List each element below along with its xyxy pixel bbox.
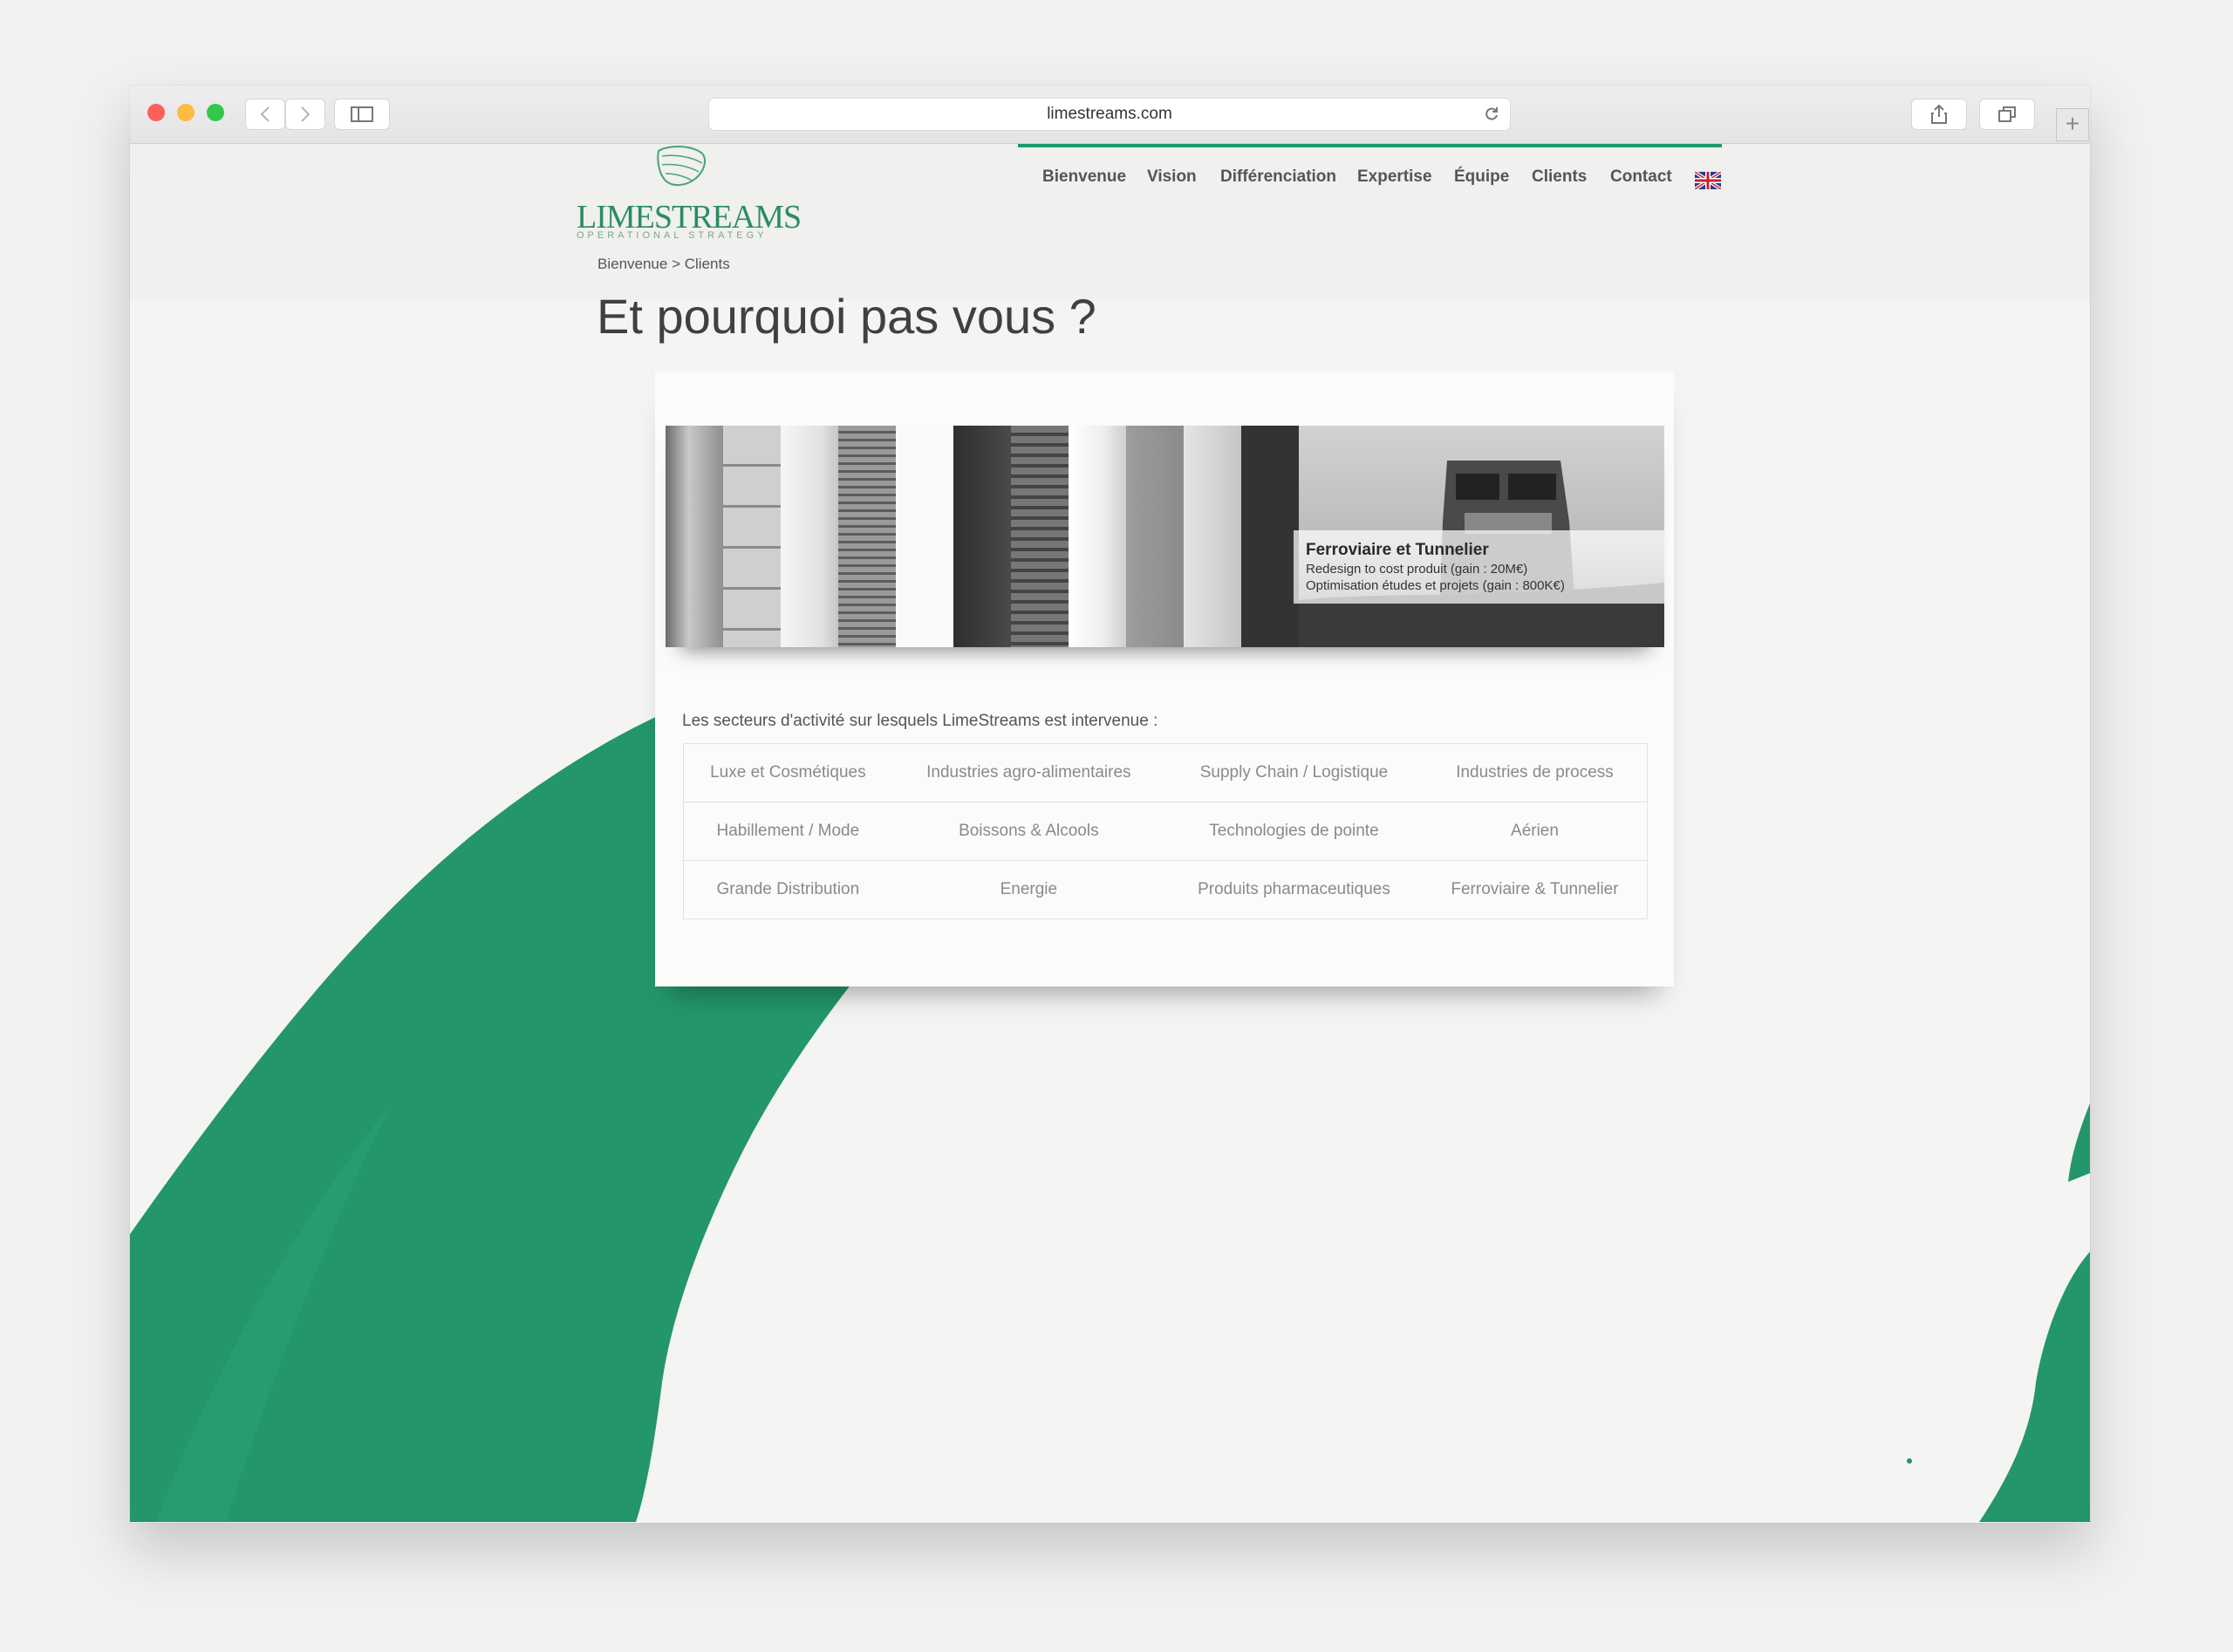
breadcrumb-separator: > (672, 256, 681, 272)
sector-cell: Industries agro-alimentaires (891, 743, 1165, 802)
table-row: Habillement / Mode Boissons & Alcools Te… (682, 802, 1648, 861)
breadcrumb: Bienvenue > Clients (598, 256, 730, 273)
slider-panel-11[interactable] (1241, 426, 1299, 647)
logo-tagline: OPERATIONAL STRATEGY (577, 230, 768, 241)
caption-line-1: Redesign to cost produit (gain : 20M€) (1306, 562, 1528, 577)
sector-cell: Produits pharmaceutiques (1164, 860, 1423, 919)
sectors-intro: Les secteurs d'activité sur lesquels Lim… (682, 712, 1158, 730)
url-text: limestreams.com (1047, 105, 1172, 123)
chevron-right-icon (301, 106, 311, 122)
tabs-icon (1998, 106, 2016, 122)
nav-bienvenue[interactable]: Bienvenue (1042, 167, 1126, 187)
caption-title: Ferroviaire et Tunnelier (1306, 541, 1489, 559)
new-tab-button[interactable]: + (2056, 108, 2089, 141)
sidebar-icon (351, 106, 373, 122)
lime-logo-icon (657, 146, 707, 186)
clients-card: Ferroviaire et Tunnelier Redesign to cos… (655, 372, 1674, 986)
tabs-overview-button[interactable] (1979, 99, 2035, 130)
web-page: Bienvenue Vision Différenciation Experti… (130, 144, 2090, 1523)
breadcrumb-current: Clients (684, 256, 730, 272)
nav-differenciation[interactable]: Différenciation (1220, 167, 1336, 187)
share-button[interactable] (1911, 99, 1967, 130)
slider-panel-3[interactable] (781, 426, 838, 647)
sector-cell: Industries de process (1422, 743, 1648, 802)
table-row: Grande Distribution Energie Produits pha… (682, 860, 1648, 919)
sector-cell: Luxe et Cosmétiques (682, 743, 892, 802)
sector-cell: Energie (891, 860, 1165, 919)
browser-window: limestreams.com + Bienvenue Vision Diffé… (130, 85, 2090, 1523)
address-bar[interactable]: limestreams.com (709, 99, 1510, 130)
sector-cell: Habillement / Mode (682, 802, 892, 861)
nav-expertise[interactable]: Expertise (1357, 167, 1432, 187)
slider-panel-5[interactable] (896, 426, 953, 647)
slider-panel-2[interactable] (723, 426, 781, 647)
nav-vision[interactable]: Vision (1147, 167, 1197, 187)
close-window-button[interactable] (147, 104, 165, 121)
sector-cell: Grande Distribution (682, 860, 892, 919)
zoom-window-button[interactable] (207, 104, 224, 121)
slider-panel-8[interactable] (1069, 426, 1126, 647)
sector-image-slider[interactable]: Ferroviaire et Tunnelier Redesign to cos… (666, 426, 1664, 647)
sidebar-toggle-button[interactable] (334, 99, 390, 130)
sector-cell: Supply Chain / Logistique (1164, 743, 1423, 802)
minimize-window-button[interactable] (177, 104, 195, 121)
slider-panel-7[interactable] (1011, 426, 1069, 647)
sectors-table: Luxe et Cosmétiques Industries agro-alim… (682, 743, 1648, 919)
browser-toolbar: limestreams.com + (130, 85, 2090, 144)
nav-equipe[interactable]: Équipe (1454, 167, 1509, 187)
nav-active-underline (1018, 144, 1722, 147)
forward-button[interactable] (285, 99, 325, 130)
sector-cell: Aérien (1422, 802, 1648, 861)
back-button[interactable] (245, 99, 285, 130)
slider-panel-1[interactable] (666, 426, 723, 647)
nav-clients[interactable]: Clients (1532, 167, 1587, 187)
breadcrumb-home[interactable]: Bienvenue (598, 256, 667, 272)
slider-panel-6[interactable] (953, 426, 1011, 647)
slider-panel-4[interactable] (838, 426, 896, 647)
chevron-left-icon (260, 106, 270, 122)
sector-cell: Technologies de pointe (1164, 802, 1423, 861)
slider-panel-9[interactable] (1126, 426, 1184, 647)
slider-panel-10[interactable] (1184, 426, 1241, 647)
uk-flag-icon[interactable] (1695, 172, 1721, 189)
slider-caption: Ferroviaire et Tunnelier Redesign to cos… (1294, 530, 1664, 604)
caption-line-2: Optimisation études et projets (gain : 8… (1306, 578, 1565, 593)
share-icon (1931, 104, 1947, 124)
sector-cell: Boissons & Alcools (891, 802, 1165, 861)
table-row: Luxe et Cosmétiques Industries agro-alim… (682, 743, 1648, 802)
sector-cell: Ferroviaire & Tunnelier (1422, 860, 1648, 919)
reload-icon[interactable] (1484, 106, 1499, 122)
nav-contact[interactable]: Contact (1610, 167, 1672, 187)
page-title: Et pourquoi pas vous ? (597, 289, 1096, 344)
